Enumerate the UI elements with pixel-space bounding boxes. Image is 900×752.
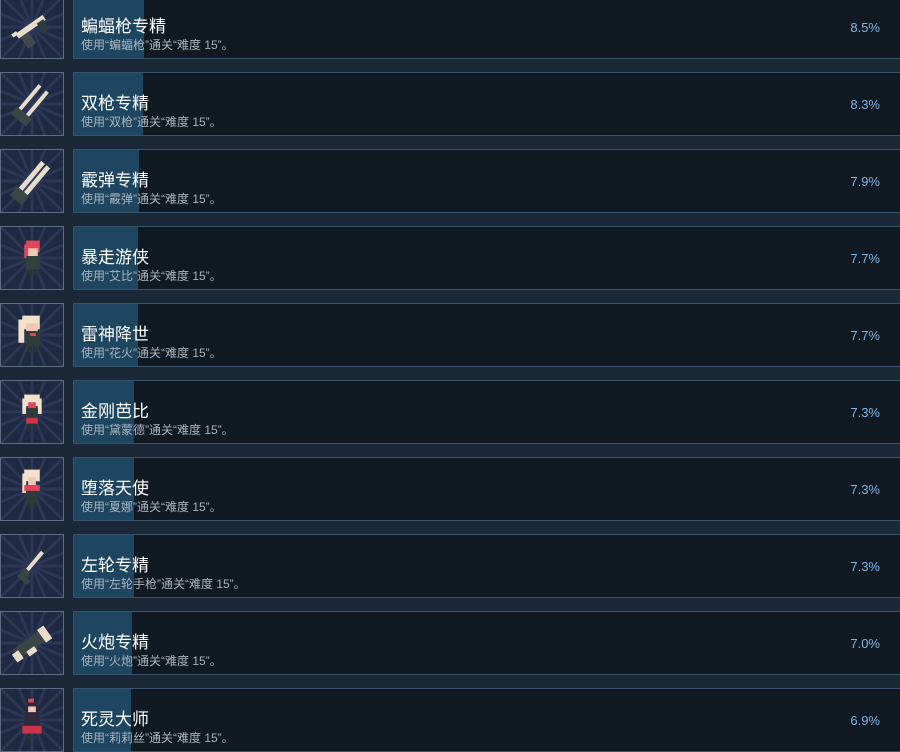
achievement-title: 蝙蝠枪专精	[81, 17, 166, 36]
unlock-percent: 7.3%	[850, 559, 880, 574]
achievement-card: 暴走游侠使用“艾比”通关“难度 15”。 7.7%	[73, 226, 900, 290]
unlock-percent: 7.7%	[850, 251, 880, 266]
achievement-title: 雷神降世	[81, 325, 149, 344]
achievement-row[interactable]: 暴走游侠使用“艾比”通关“难度 15”。 7.7%	[0, 226, 900, 292]
diamond-character-icon	[0, 380, 64, 444]
dual-guns-icon	[0, 72, 64, 136]
achievement-row[interactable]: 双枪专精使用“双枪”通关“难度 15”。 8.3%	[0, 72, 900, 138]
unlock-percent: 7.7%	[850, 328, 880, 343]
achievement-card: 霰弹专精使用“霰弹”通关“难度 15”。 7.9%	[73, 149, 900, 213]
achievement-row[interactable]: 死灵大师使用“莉莉丝”通关“难度 15”。 6.9%	[0, 688, 900, 752]
unlock-percent: 8.3%	[850, 97, 880, 112]
achievement-description: 使用“艾比”通关“难度 15”。	[81, 269, 222, 283]
achievement-card: 金刚芭比使用“黛蒙德”通关“难度 15”。 7.3%	[73, 380, 900, 444]
achievement-description: 使用“黛蒙德”通关“难度 15”。	[81, 423, 234, 437]
cannon-icon	[0, 611, 64, 675]
revolver-icon	[0, 534, 64, 598]
achievement-row[interactable]: 金刚芭比使用“黛蒙德”通关“难度 15”。 7.3%	[0, 380, 900, 446]
achievement-row[interactable]: 堕落天使使用“夏娜”通关“难度 15”。 7.3%	[0, 457, 900, 523]
achievement-card: 雷神降世使用“花火”通关“难度 15”。 7.7%	[73, 303, 900, 367]
unlock-percent: 6.9%	[850, 713, 880, 728]
achievement-title: 堕落天使	[81, 479, 149, 498]
achievement-description: 使用“火炮”通关“难度 15”。	[81, 654, 222, 668]
achievement-title: 金刚芭比	[81, 402, 149, 421]
bat-gun-icon	[0, 0, 64, 59]
achievement-description: 使用“左轮手枪”通关“难度 15”。	[81, 577, 246, 591]
achievement-card: 堕落天使使用“夏娜”通关“难度 15”。 7.3%	[73, 457, 900, 521]
unlock-percent: 8.5%	[850, 20, 880, 35]
achievement-title: 暴走游侠	[81, 248, 149, 267]
achievement-list: 蝙蝠枪专精使用“蝙蝠枪”通关“难度 15”。 8.5% 双枪专精使用“双枪”通关“难…	[0, 0, 900, 752]
achievement-title: 霰弹专精	[81, 171, 149, 190]
shotgun-icon	[0, 149, 64, 213]
shana-character-icon	[0, 457, 64, 521]
lilith-character-icon	[0, 688, 64, 752]
achievement-description: 使用“花火”通关“难度 15”。	[81, 346, 222, 360]
achievement-row[interactable]: 左轮专精使用“左轮手枪”通关“难度 15”。 7.3%	[0, 534, 900, 600]
achievement-title: 火炮专精	[81, 633, 149, 652]
achievement-row[interactable]: 蝙蝠枪专精使用“蝙蝠枪”通关“难度 15”。 8.5%	[0, 0, 900, 61]
achievement-title: 左轮专精	[81, 556, 149, 575]
achievement-card: 蝙蝠枪专精使用“蝙蝠枪”通关“难度 15”。 8.5%	[73, 0, 900, 59]
unlock-percent: 7.3%	[850, 482, 880, 497]
hanabi-character-icon	[0, 303, 64, 367]
achievement-description: 使用“蝙蝠枪”通关“难度 15”。	[81, 38, 234, 52]
unlock-percent: 7.9%	[850, 174, 880, 189]
achievement-description: 使用“夏娜”通关“难度 15”。	[81, 500, 222, 514]
achievement-row[interactable]: 霰弹专精使用“霰弹”通关“难度 15”。 7.9%	[0, 149, 900, 215]
achievement-card: 死灵大师使用“莉莉丝”通关“难度 15”。 6.9%	[73, 688, 900, 752]
achievement-card: 火炮专精使用“火炮”通关“难度 15”。 7.0%	[73, 611, 900, 675]
achievement-row[interactable]: 雷神降世使用“花火”通关“难度 15”。 7.7%	[0, 303, 900, 369]
achievement-description: 使用“双枪”通关“难度 15”。	[81, 115, 222, 129]
achievement-description: 使用“霰弹”通关“难度 15”。	[81, 192, 222, 206]
achievement-card: 双枪专精使用“双枪”通关“难度 15”。 8.3%	[73, 72, 900, 136]
achievement-card: 左轮专精使用“左轮手枪”通关“难度 15”。 7.3%	[73, 534, 900, 598]
unlock-percent: 7.0%	[850, 636, 880, 651]
unlock-percent: 7.3%	[850, 405, 880, 420]
achievement-title: 死灵大师	[81, 710, 149, 729]
achievement-title: 双枪专精	[81, 94, 149, 113]
achievement-description: 使用“莉莉丝”通关“难度 15”。	[81, 731, 234, 745]
achievement-row[interactable]: 火炮专精使用“火炮”通关“难度 15”。 7.0%	[0, 611, 900, 677]
abby-character-icon	[0, 226, 64, 290]
